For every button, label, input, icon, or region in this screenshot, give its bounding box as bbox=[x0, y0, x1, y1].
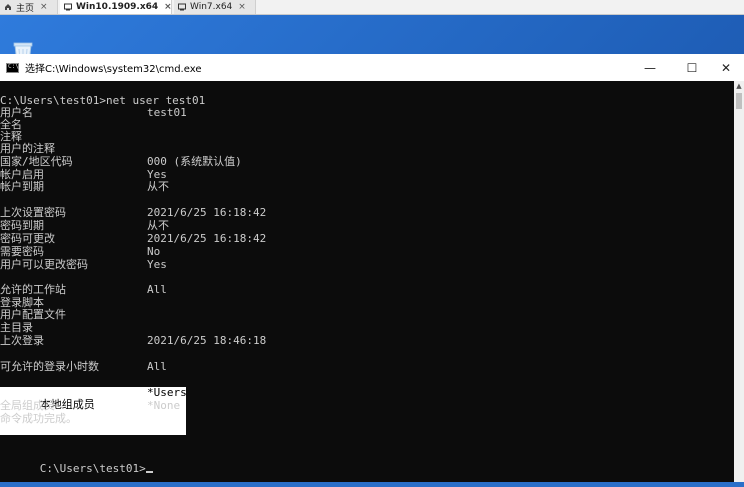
tab-label: 主页 bbox=[16, 3, 35, 14]
console-value: Yes bbox=[147, 258, 167, 271]
console-label: 上次登录 bbox=[0, 334, 44, 347]
console-label: 密码到期 bbox=[0, 219, 44, 232]
console-label: 密码可更改 bbox=[0, 232, 55, 245]
console-label: 命令成功完成。 bbox=[0, 412, 77, 425]
close-icon[interactable]: × bbox=[164, 2, 172, 12]
close-button[interactable]: ✕ bbox=[708, 54, 744, 81]
console-label: 允许的工作站 bbox=[0, 283, 66, 296]
console-label: 上次设置密码 bbox=[0, 206, 66, 219]
console-label: 可允许的登录小时数 bbox=[0, 360, 99, 373]
close-icon[interactable]: × bbox=[40, 2, 48, 12]
console-value: No bbox=[147, 245, 161, 258]
console-value: 2021/6/25 16:18:42 bbox=[147, 232, 267, 245]
console-label: 帐户到期 bbox=[0, 180, 44, 193]
tab-win10[interactable]: Win10.1909.x64 × bbox=[60, 0, 172, 14]
cmd-icon bbox=[6, 62, 19, 73]
window-title: 选择C:\Windows\system32\cmd.exe bbox=[25, 64, 202, 75]
prompt-text: C:\Users\test01> bbox=[39, 462, 146, 475]
console-output[interactable]: C:\Users\test01>net user test01 用户名 test… bbox=[0, 81, 734, 482]
console-label: 主目录 bbox=[0, 321, 33, 334]
vm-icon bbox=[64, 3, 72, 11]
text-cursor bbox=[145, 471, 153, 473]
scroll-up-icon[interactable]: ▲ bbox=[734, 81, 744, 91]
console-label: 用户配置文件 bbox=[0, 308, 66, 321]
tab-home[interactable]: 主页 × bbox=[0, 0, 58, 14]
window-titlebar[interactable]: 选择C:\Windows\system32\cmd.exe — ☐ ✕ bbox=[0, 54, 744, 81]
console-value: All bbox=[147, 360, 167, 373]
tab-label: Win10.1909.x64 bbox=[76, 2, 159, 12]
console-value: 从不 bbox=[147, 219, 169, 232]
console-label: 用户可以更改密码 bbox=[0, 258, 88, 271]
console-value: *None bbox=[147, 399, 181, 412]
minimize-button[interactable]: — bbox=[632, 54, 668, 81]
console-value: All bbox=[147, 283, 167, 296]
maximize-button[interactable]: ☐ bbox=[674, 54, 710, 81]
console-label: 需要密码 bbox=[0, 245, 44, 258]
vm-icon bbox=[178, 3, 186, 11]
console-value: 2021/6/25 18:46:18 bbox=[147, 334, 267, 347]
console-value: 000 (系统默认值) bbox=[147, 155, 242, 168]
cmd-window: 选择C:\Windows\system32\cmd.exe — ☐ ✕ C:\U… bbox=[0, 54, 744, 482]
tab-win7[interactable]: Win7.x64 × bbox=[174, 0, 256, 14]
console-label: 用户的注释 bbox=[0, 142, 55, 155]
vertical-scrollbar[interactable]: ▲ bbox=[734, 81, 744, 482]
tab-label: Win7.x64 bbox=[190, 2, 233, 12]
console-value: 2021/6/25 16:18:42 bbox=[147, 206, 267, 219]
console-value: test01 bbox=[147, 106, 187, 119]
console-label: 国家/地区代码 bbox=[0, 155, 73, 168]
scrollbar-thumb[interactable] bbox=[736, 93, 742, 109]
home-icon bbox=[4, 3, 12, 11]
close-icon[interactable]: × bbox=[238, 2, 246, 12]
console-value: 从不 bbox=[147, 180, 169, 193]
console-value: *Users bbox=[147, 386, 187, 399]
vm-tab-bar: 主页 × Win10.1909.x64 × Win7.x64 × bbox=[0, 0, 744, 15]
console-label: 全局组成员 bbox=[0, 399, 55, 412]
